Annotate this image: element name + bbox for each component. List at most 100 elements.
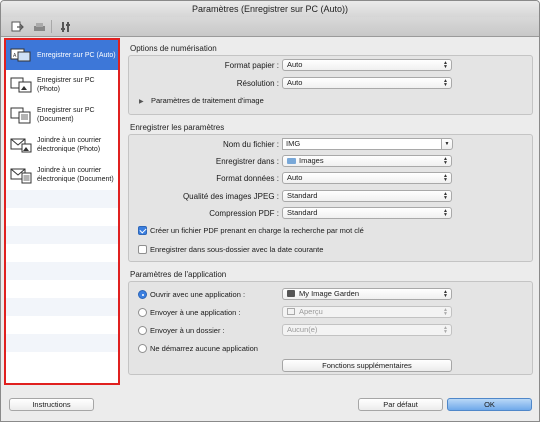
resolution-label: Résolution :	[236, 79, 279, 88]
toolbar	[1, 17, 539, 37]
sidebar-item-label: Joindre à un courrier électronique (Docum…	[37, 166, 114, 184]
sidebar-empty-rows	[6, 190, 118, 370]
ok-button[interactable]: OK	[447, 398, 532, 411]
label-line-1: Joindre à un courrier	[37, 167, 102, 174]
save-in-label: Enregistrer dans :	[215, 157, 279, 166]
label-line-2: électronique (Photo)	[37, 146, 101, 153]
no-app-label: Ne démarrez aucune application	[150, 344, 258, 353]
paper-size-label: Format papier :	[224, 61, 279, 70]
send-app-value: Aperçu	[299, 307, 323, 316]
auto-save-icon: A	[10, 48, 31, 62]
data-format-select[interactable]: Auto ▲ ▼	[282, 172, 452, 184]
no-app-radio[interactable]	[138, 344, 147, 353]
app-settings-title: Paramètres de l'application	[130, 270, 227, 279]
paper-size-select[interactable]: Auto ▲ ▼	[282, 59, 452, 71]
searchable-pdf-label: Créer un fichier PDF prenant en charge l…	[150, 226, 364, 235]
send-folder-radio[interactable]	[138, 326, 147, 335]
list-stripe	[6, 280, 118, 298]
label-line-1: Joindre à un courrier	[37, 137, 102, 144]
app-icon	[287, 290, 295, 297]
image-processing-settings-toggle[interactable]: Paramètres de traitement d'image	[151, 96, 264, 105]
save-in-value: Images	[299, 156, 324, 165]
open-app-select[interactable]: My Image Garden ▲ ▼	[282, 288, 452, 300]
app-settings-group: Ouvrir avec une application : My Image G…	[128, 281, 533, 375]
instructions-button[interactable]: Instructions	[9, 398, 94, 411]
jpeg-quality-label: Qualité des images JPEG :	[182, 192, 279, 201]
select-arrows-icon: ▲ ▼	[443, 325, 448, 335]
list-stripe	[6, 262, 118, 280]
scan-from-operation-panel-icon[interactable]	[31, 19, 47, 34]
list-stripe	[6, 316, 118, 334]
list-stripe	[6, 334, 118, 352]
pdf-compression-select[interactable]: Standard ▲ ▼	[282, 207, 452, 219]
label-line-2: (Photo)	[37, 86, 60, 93]
more-functions-button[interactable]: Fonctions supplémentaires	[282, 359, 452, 372]
window-title: Paramètres (Enregistrer sur PC (Auto))	[1, 1, 539, 17]
subfolder-date-label: Enregistrer dans sous-dossier avec la da…	[150, 245, 324, 254]
send-folder-select[interactable]: Aucun(e) ▲ ▼	[282, 324, 452, 336]
list-stripe	[6, 226, 118, 244]
data-format-label: Format données :	[216, 174, 279, 183]
sidebar-item-save-document[interactable]: Enregistrer sur PC (Document)	[6, 100, 118, 130]
jpeg-quality-value: Standard	[287, 191, 318, 200]
list-stripe	[6, 190, 118, 208]
send-app-radio[interactable]	[138, 308, 147, 317]
resolution-select[interactable]: Auto ▲ ▼	[282, 77, 452, 89]
send-folder-value: Aucun(e)	[287, 325, 318, 334]
label-line-2: électronique (Document)	[37, 176, 114, 183]
list-stripe	[6, 244, 118, 262]
scan-options-group: Format papier : Auto ▲ ▼ Résolution : Aut…	[128, 55, 533, 115]
open-app-radio[interactable]	[138, 290, 147, 299]
select-arrows-icon: ▲ ▼	[443, 289, 448, 299]
general-settings-icon[interactable]	[57, 19, 73, 34]
document-save-icon	[10, 107, 31, 124]
select-arrows-icon: ▲ ▼	[443, 208, 448, 218]
pdf-compression-value: Standard	[287, 208, 318, 217]
sidebar-item-save-auto[interactable]: A Enregistrer sur PC (Auto)	[6, 40, 118, 70]
sidebar-item-label: Enregistrer sur PC (Auto)	[37, 51, 116, 59]
list-stripe	[6, 208, 118, 226]
settings-window: Paramètres (Enregistrer sur PC (Auto)) A…	[0, 0, 540, 422]
subfolder-date-checkbox[interactable]	[138, 245, 147, 254]
list-stripe	[6, 352, 118, 370]
jpeg-quality-select[interactable]: Standard ▲ ▼	[282, 190, 452, 202]
label-line-2: (Document)	[37, 116, 74, 123]
sidebar-item-label: Enregistrer sur PC (Photo)	[37, 76, 95, 94]
scan-mode-list: A Enregistrer sur PC (Auto) Enregistrer …	[4, 38, 120, 385]
scan-from-computer-icon[interactable]	[9, 19, 25, 34]
send-app-select[interactable]: Aperçu ▲ ▼	[282, 306, 452, 318]
send-folder-label: Envoyer à un dossier :	[150, 326, 225, 335]
label-line-1: Enregistrer sur PC	[37, 107, 95, 114]
label-line-1: Enregistrer sur PC	[37, 77, 95, 84]
pdf-compression-label: Compression PDF :	[209, 209, 279, 218]
photo-save-icon	[10, 77, 32, 93]
select-arrows-icon: ▲ ▼	[443, 156, 448, 166]
filename-dropdown-button[interactable]: ▼	[441, 138, 453, 150]
sidebar-item-mail-photo[interactable]: Joindre à un courrier électronique (Photo…	[6, 130, 118, 160]
folder-icon	[287, 158, 296, 164]
select-arrows-icon: ▲ ▼	[443, 78, 448, 88]
select-arrows-icon: ▲ ▼	[443, 60, 448, 70]
save-settings-title: Enregistrer les paramètres	[130, 123, 225, 132]
paper-size-value: Auto	[287, 60, 303, 69]
list-stripe	[6, 298, 118, 316]
settings-panel: Options de numérisation Format papier : …	[122, 38, 539, 388]
send-app-label: Envoyer à une application :	[150, 308, 241, 317]
disclosure-triangle-icon[interactable]: ▶	[139, 98, 144, 105]
filename-label: Nom du fichier :	[222, 140, 279, 149]
save-in-select[interactable]: Images ▲ ▼	[282, 155, 452, 167]
open-app-label: Ouvrir avec une application :	[150, 290, 246, 299]
resolution-value: Auto	[287, 78, 303, 87]
sidebar-item-save-photo[interactable]: Enregistrer sur PC (Photo)	[6, 70, 118, 100]
select-arrows-icon: ▲ ▼	[443, 307, 448, 317]
sidebar-item-mail-document[interactable]: Joindre à un courrier électronique (Docum…	[6, 160, 118, 190]
preview-app-icon	[287, 308, 295, 315]
open-app-value: My Image Garden	[299, 289, 360, 298]
select-arrows-icon: ▲ ▼	[443, 173, 448, 183]
save-settings-group: Nom du fichier : IMG ▼ Enregistrer dans …	[128, 134, 533, 262]
mail-document-icon	[10, 168, 32, 184]
searchable-pdf-checkbox[interactable]	[138, 226, 147, 235]
scan-options-title: Options de numérisation	[130, 44, 217, 53]
filename-input[interactable]: IMG	[282, 138, 442, 150]
defaults-button[interactable]: Par défaut	[358, 398, 443, 411]
